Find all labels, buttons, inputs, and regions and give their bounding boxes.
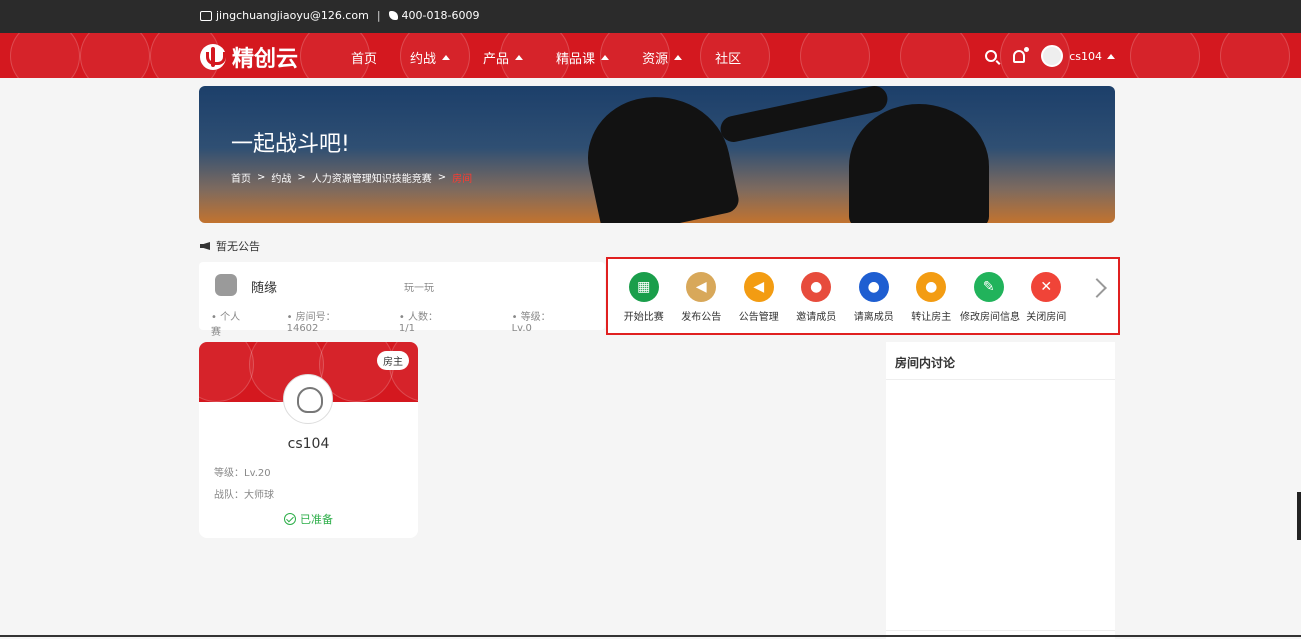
bell-icon[interactable] xyxy=(1013,46,1030,63)
user-remove-icon xyxy=(858,272,889,302)
topbar-separator: | xyxy=(376,9,381,22)
mail-icon xyxy=(200,10,212,21)
username[interactable]: cs104 xyxy=(1069,50,1102,63)
nav-item-home[interactable]: 首页 xyxy=(351,48,377,67)
nav-item-label: 社区 xyxy=(715,52,742,67)
breadcrumb-home[interactable]: 首页 xyxy=(231,170,251,185)
room-type: • 个人赛 xyxy=(211,312,241,338)
caret-up-icon[interactable] xyxy=(1107,53,1115,59)
breadcrumb-sep: > xyxy=(297,172,306,183)
breadcrumb-competition[interactable]: 人力资源管理知识技能竞赛 xyxy=(312,170,432,185)
hero-banner: 一起战斗吧! 首页 > 约战 > 人力资源管理知识技能竞赛 > 房间 xyxy=(199,86,1115,223)
player-team: 战队：大师球 xyxy=(214,490,274,501)
action-button[interactable]: 发布公告 xyxy=(673,272,731,323)
ready-status-text: 已准备 xyxy=(300,513,333,526)
nav-item-battle[interactable]: 约战 xyxy=(410,48,451,67)
room-players: • 人数：1/1 xyxy=(398,312,438,334)
fighter-silhouette xyxy=(849,104,989,223)
action-label: 请离成员 xyxy=(853,312,894,323)
owner-badge: 房主 xyxy=(377,351,409,370)
nav-item-label: 约战 xyxy=(410,52,437,67)
discussion-title: 房间内讨论 xyxy=(886,342,1115,380)
action-button[interactable]: 请离成员 xyxy=(845,272,903,323)
breadcrumb: 首页 > 约战 > 人力资源管理知识技能竞赛 > 房间 xyxy=(231,170,472,185)
action-row: 开始比赛 发布公告 公告管理 邀请成员 请离成员 转让房主修改房间信息关闭房间 xyxy=(615,272,1075,323)
megaphone-gear-icon xyxy=(743,272,774,302)
room-name: 随缘 xyxy=(251,281,278,296)
breadcrumb-battle[interactable]: 约战 xyxy=(271,170,291,185)
caret-up-icon xyxy=(601,55,610,60)
nav-item-label: 首页 xyxy=(351,52,378,67)
nav-item-label: 产品 xyxy=(483,52,510,67)
megaphone-icon xyxy=(686,272,717,302)
nav-item-label: 精品课 xyxy=(556,52,596,67)
action-label: 邀请成员 xyxy=(796,312,837,323)
contact-phone: 400-018-6009 xyxy=(401,9,480,22)
search-icon[interactable] xyxy=(985,50,998,62)
action-button[interactable]: 开始比赛 xyxy=(615,272,673,323)
breadcrumb-sep: > xyxy=(437,172,447,183)
action-label: 公告管理 xyxy=(738,312,779,323)
action-label: 发布公告 xyxy=(681,312,722,323)
player-level: 等级：Lv.20 xyxy=(214,468,271,479)
player-name: cs104 xyxy=(287,436,330,452)
breadcrumb-sep: > xyxy=(257,172,266,183)
speaker-icon xyxy=(200,242,210,250)
nav-item-products[interactable]: 产品 xyxy=(483,48,524,67)
action-button[interactable]: 转让房主 xyxy=(903,272,961,323)
action-label: 关闭房间 xyxy=(1026,312,1067,323)
breadcrumb-current: 房间 xyxy=(452,174,473,185)
action-button[interactable]: 邀请成员 xyxy=(788,272,846,323)
discussion-panel: 房间内讨论 xyxy=(886,342,1115,639)
phone-icon xyxy=(388,11,398,20)
ready-status: 已准备 xyxy=(199,511,418,527)
room-number: • 房间号：14602 xyxy=(286,312,336,334)
nav-item-community[interactable]: 社区 xyxy=(715,48,741,67)
nav-menu: 首页 约战 产品 精品课 资源 社区 xyxy=(351,48,774,67)
chevron-right-icon[interactable] xyxy=(1087,278,1107,298)
caret-up-icon xyxy=(515,55,524,60)
room-action-toolbar: 开始比赛 发布公告 公告管理 邀请成员 请离成员 转让房主修改房间信息关闭房间 xyxy=(606,257,1120,335)
side-tab[interactable] xyxy=(1297,492,1301,540)
pencil-icon xyxy=(973,272,1004,302)
room-info-card: 随缘 玩一玩 • 个人赛 • 房间号：14602 • 人数：1/1 • 等级：L… xyxy=(199,262,605,338)
caret-up-icon xyxy=(674,55,683,60)
nav-item-label: 资源 xyxy=(642,52,669,67)
close-icon xyxy=(1031,272,1062,302)
user-transfer-icon xyxy=(916,272,947,302)
fighter-silhouette xyxy=(577,86,741,223)
avatar xyxy=(283,374,333,424)
announcement-bar: 暂无公告 xyxy=(200,238,260,254)
room-meta: • 个人赛 • 房间号：14602 • 人数：1/1 • 等级：Lv.0 xyxy=(211,308,605,338)
check-circle-icon xyxy=(284,513,296,525)
nav-item-courses[interactable]: 精品课 xyxy=(556,48,610,67)
discussion-divider xyxy=(886,630,1115,631)
action-label: 转让房主 xyxy=(911,312,952,323)
action-button[interactable]: 公告管理 xyxy=(730,272,788,323)
bottom-divider xyxy=(0,635,1301,637)
action-button[interactable]: 关闭房间 xyxy=(1018,272,1076,323)
room-mode: 玩一玩 xyxy=(404,283,434,294)
action-button[interactable]: 修改房间信息 xyxy=(960,272,1020,323)
page-title: 一起战斗吧! xyxy=(231,132,350,157)
room-avatar-icon xyxy=(215,274,237,296)
contact-email[interactable]: jingchuangjiaoyu@126.com xyxy=(216,9,369,22)
action-label: 修改房间信息 xyxy=(960,312,1020,323)
announcement-text: 暂无公告 xyxy=(216,240,260,253)
action-label: 开始比赛 xyxy=(623,312,664,323)
brand-mark-icon xyxy=(200,44,226,70)
brand-logo[interactable]: 精创云 xyxy=(200,41,298,73)
caret-up-icon xyxy=(442,55,451,60)
room-level: • 等级：Lv.0 xyxy=(511,312,551,334)
nav-user-area: cs104 xyxy=(985,45,1115,67)
brand-name: 精创云 xyxy=(232,47,299,72)
top-info-bar: jingchuangjiaoyu@126.com | 400-018-6009 xyxy=(0,0,1301,33)
user-add-icon xyxy=(801,272,832,302)
checker-icon xyxy=(628,272,659,302)
avatar[interactable] xyxy=(1041,45,1064,67)
main-navbar: 精创云 首页 约战 产品 精品课 资源 社区 cs104 xyxy=(0,33,1301,78)
player-card: 房主 cs104 等级：Lv.20 战队：大师球 已准备 xyxy=(199,342,418,538)
nav-item-resources[interactable]: 资源 xyxy=(642,48,683,67)
